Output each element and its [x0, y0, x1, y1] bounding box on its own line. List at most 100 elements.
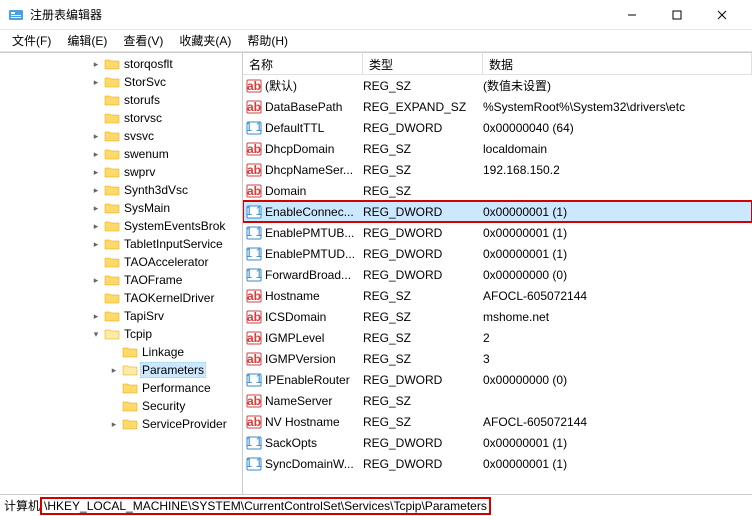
registry-value-row[interactable]: abDomainREG_SZ [243, 180, 752, 201]
tree-item[interactable]: ▸SysMain [0, 199, 242, 217]
tree-item[interactable]: ▸ TAOFrame [0, 271, 242, 289]
menu-favorites[interactable]: 收藏夹(A) [171, 30, 239, 51]
tree-item[interactable]: ▸ServiceProvider [0, 415, 242, 433]
menu-help[interactable]: 帮助(H) [239, 30, 296, 51]
folder-icon [122, 381, 138, 395]
registry-value-row[interactable]: 011 110SyncDomainW...REG_DWORD0x00000001… [243, 453, 752, 474]
string-value-icon: ab [245, 309, 263, 325]
menu-view[interactable]: 查看(V) [115, 30, 171, 51]
chevron-right-icon[interactable]: ▸ [90, 149, 102, 160]
list-rows[interactable]: ab(默认)REG_SZ(数值未设置)abDataBasePathREG_EXP… [243, 75, 752, 494]
tree-pane[interactable]: ▸storqosflt▸StorSvcstorufsstorvsc▸svsvc▸… [0, 53, 243, 494]
registry-value-row[interactable]: 011 110EnablePMTUB...REG_DWORD0x00000001… [243, 222, 752, 243]
registry-value-row[interactable]: 011 110ForwardBroad...REG_DWORD0x0000000… [243, 264, 752, 285]
registry-value-row[interactable]: abDhcpDomainREG_SZlocaldomain [243, 138, 752, 159]
tree-item[interactable]: ▸ SystemEventsBrok [0, 217, 242, 235]
registry-value-row[interactable]: abIGMPVersionREG_SZ3 [243, 348, 752, 369]
tree-item[interactable]: ▸ swprv [0, 163, 242, 181]
svg-text:011 110: 011 110 [246, 225, 262, 239]
chevron-right-icon[interactable]: ▸ [90, 185, 102, 196]
tree-item[interactable]: TAOAccelerator [0, 253, 242, 271]
svg-text:ab: ab [247, 331, 261, 345]
tree-item-label: swprv [122, 164, 157, 180]
chevron-right-icon[interactable]: ▸ [90, 221, 102, 232]
registry-value-row[interactable]: ab(默认)REG_SZ(数值未设置) [243, 75, 752, 96]
header-data[interactable]: 数据 [483, 53, 752, 74]
chevron-right-icon[interactable]: ▸ [108, 419, 120, 430]
close-button[interactable] [699, 0, 744, 29]
chevron-right-icon[interactable]: ▸ [90, 167, 102, 178]
header-name[interactable]: 名称 [243, 53, 363, 74]
folder-icon [104, 129, 120, 143]
tree-item[interactable]: ▸TapiSrv [0, 307, 242, 325]
folder-icon [104, 147, 120, 161]
tree-item[interactable]: storvsc [0, 109, 242, 127]
tree-item-label: Performance [140, 380, 213, 396]
registry-value-row[interactable]: abNV HostnameREG_SZAFOCL-605072144 [243, 411, 752, 432]
tree-item[interactable]: ▸svsvc [0, 127, 242, 145]
tree-item[interactable]: ▸ swenum [0, 145, 242, 163]
chevron-right-icon[interactable]: ▸ [90, 77, 102, 88]
svg-text:ab: ab [247, 394, 261, 408]
menu-file[interactable]: 文件(F) [4, 30, 59, 51]
registry-value-row[interactable]: 011 110DefaultTTLREG_DWORD0x00000040 (64… [243, 117, 752, 138]
registry-value-row[interactable]: abICSDomainREG_SZmshome.net [243, 306, 752, 327]
svg-text:ab: ab [247, 184, 261, 198]
minimize-button[interactable] [609, 0, 654, 29]
svg-text:011 110: 011 110 [246, 204, 262, 218]
chevron-right-icon[interactable]: ▸ [90, 275, 102, 286]
tree-item-label: SystemEventsBrok [122, 218, 227, 234]
tree-item-label: Tcpip [122, 326, 154, 342]
value-type: REG_SZ [363, 289, 483, 303]
tree-item[interactable]: ▸Synth3dVsc [0, 181, 242, 199]
tree-item-label: storufs [122, 92, 162, 108]
svg-text:011 110: 011 110 [246, 456, 262, 470]
chevron-right-icon[interactable]: ▸ [90, 203, 102, 214]
chevron-down-icon[interactable]: ▾ [90, 329, 102, 340]
registry-value-row[interactable]: abNameServerREG_SZ [243, 390, 752, 411]
tree-item[interactable]: ▸StorSvc [0, 73, 242, 91]
maximize-button[interactable] [654, 0, 699, 29]
binary-value-icon: 011 110 [245, 372, 263, 388]
svg-text:ab: ab [247, 142, 261, 156]
chevron-right-icon[interactable]: ▸ [90, 239, 102, 250]
registry-value-row[interactable]: 011 110EnableConnec...REG_DWORD0x0000000… [243, 201, 752, 222]
value-type: REG_SZ [363, 142, 483, 156]
tree-item[interactable]: Security [0, 397, 242, 415]
tree-item-label: Parameters [140, 362, 206, 378]
registry-value-row[interactable]: 011 110EnablePMTUD...REG_DWORD0x00000001… [243, 243, 752, 264]
value-type: REG_SZ [363, 331, 483, 345]
registry-value-row[interactable]: 011 110SackOptsREG_DWORD0x00000001 (1) [243, 432, 752, 453]
registry-value-row[interactable]: abHostnameREG_SZAFOCL-605072144 [243, 285, 752, 306]
value-type: REG_DWORD [363, 268, 483, 282]
tree-item[interactable]: TAOKernelDriver [0, 289, 242, 307]
value-name: Hostname [265, 289, 363, 303]
chevron-right-icon[interactable]: ▸ [90, 131, 102, 142]
header-type[interactable]: 类型 [363, 53, 483, 74]
tree-item[interactable]: ▸storqosflt [0, 55, 242, 73]
binary-value-icon: 011 110 [245, 120, 263, 136]
registry-value-row[interactable]: abDataBasePathREG_EXPAND_SZ%SystemRoot%\… [243, 96, 752, 117]
tree-item[interactable]: ▸TabletInputService [0, 235, 242, 253]
chevron-right-icon[interactable]: ▸ [108, 365, 120, 376]
registry-value-row[interactable]: abIGMPLevelREG_SZ2 [243, 327, 752, 348]
value-data: %SystemRoot%\System32\drivers\etc [483, 100, 752, 114]
tree-item[interactable]: Linkage [0, 343, 242, 361]
registry-value-row[interactable]: abDhcpNameSer...REG_SZ192.168.150.2 [243, 159, 752, 180]
menu-edit[interactable]: 编辑(E) [59, 30, 115, 51]
folder-icon [104, 309, 120, 323]
tree-item[interactable]: Performance [0, 379, 242, 397]
tree-item[interactable]: ▸ Parameters [0, 361, 242, 379]
tree-item[interactable]: ▾ Tcpip [0, 325, 242, 343]
registry-value-row[interactable]: 011 110IPEnableRouterREG_DWORD0x00000000… [243, 369, 752, 390]
tree-item-label: TAOFrame [122, 272, 184, 288]
string-value-icon: ab [245, 183, 263, 199]
folder-icon [122, 363, 138, 377]
status-path: \HKEY_LOCAL_MACHINE\SYSTEM\CurrentContro… [40, 497, 491, 515]
tree-item-label: swenum [122, 146, 171, 162]
tree-item-label: Security [140, 398, 187, 414]
tree-item[interactable]: storufs [0, 91, 242, 109]
chevron-right-icon[interactable]: ▸ [90, 59, 102, 70]
value-name: ForwardBroad... [265, 268, 363, 282]
chevron-right-icon[interactable]: ▸ [90, 311, 102, 322]
